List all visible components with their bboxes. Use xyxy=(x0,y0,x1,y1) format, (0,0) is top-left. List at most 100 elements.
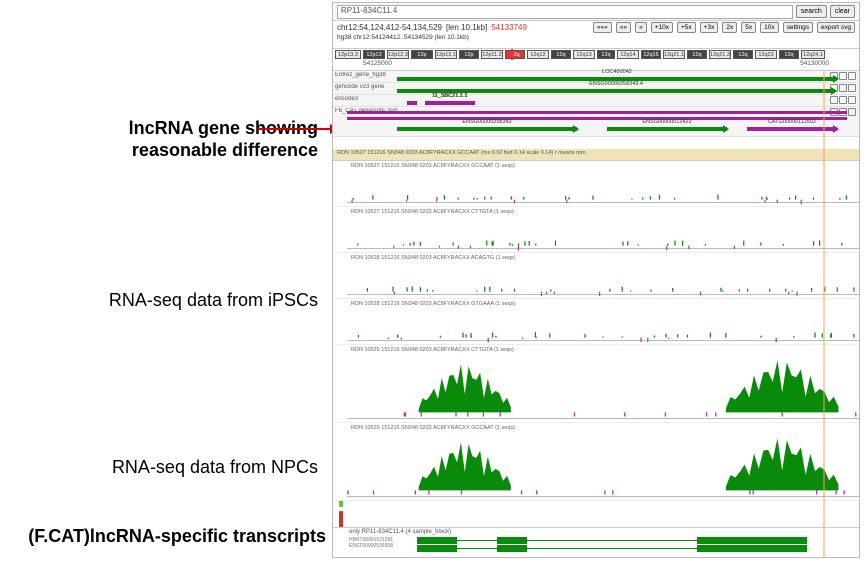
gene-model xyxy=(407,101,417,105)
annotation-track: F6_CAT gene/spte_textENSG00000258343ENSG… xyxy=(333,107,859,137)
coverage-plot xyxy=(347,309,859,344)
gene-label: 11_SBC21.2.1 xyxy=(432,93,467,99)
fcat-intron xyxy=(527,548,697,549)
zoom-out-10[interactable]: 10x xyxy=(760,22,778,33)
label-lncrna-diff-line2: reasonable difference xyxy=(132,140,318,160)
track-control-icon[interactable] xyxy=(848,84,856,92)
annotation-track: gencode v23 gene ENSG00000258343.4 xyxy=(333,83,859,95)
track-control-icon[interactable] xyxy=(848,96,856,104)
figure: lncRNA gene showing reasonable differenc… xyxy=(0,0,865,565)
tracks-area: Entrez_gene_hg38 LOC400042 gencode v23 gen… xyxy=(333,71,859,557)
gene-label: ENSG00000258343 xyxy=(462,119,511,125)
ideogram-position-marker xyxy=(511,49,513,60)
ideogram-band: 12p xyxy=(459,50,479,59)
scale: 54125000 54130000 xyxy=(333,60,859,70)
search-bar: RP11-834C11.4 search clear xyxy=(333,3,859,21)
fcat-exon xyxy=(697,537,807,544)
nav-left-3[interactable]: ««« xyxy=(593,22,612,33)
ideogram-band: 12q xyxy=(733,50,753,59)
genome-browser: RP11-834C11.4 search clear chr12:54,124,… xyxy=(332,2,860,558)
npc-lane: RDN 10529 151216 SN348 0203 AC8FYRACXX C… xyxy=(333,345,859,423)
label-fcat: (F.CAT)lncRNA-specific transcripts xyxy=(0,526,326,547)
gene-label: ENSG00000012423 xyxy=(642,119,691,125)
track-control-icon[interactable] xyxy=(848,72,856,80)
ipsc-lane: RDN 10528 151216 SN348 0203 AC8FYRACXX A… xyxy=(333,253,859,299)
lane-label: RDN 10528 151216 SN348 0203 AC8FYRACXX A… xyxy=(351,255,515,261)
side-annotations: lncRNA gene showing reasonable differenc… xyxy=(0,0,330,565)
ideogram-band: 12q xyxy=(505,50,525,59)
coverage-plot xyxy=(347,351,859,417)
label-ipsc: RNA-seq data from iPSCs xyxy=(8,290,318,311)
fcat-exon xyxy=(417,537,457,544)
fcat-gene-model xyxy=(347,537,859,551)
zoom-in-10[interactable]: +10x xyxy=(651,22,673,33)
ideogram-band: 12q21.3 xyxy=(709,50,731,59)
search-button[interactable]: search xyxy=(796,5,827,18)
annotation-tracks: Entrez_gene_hg38 LOC400042 gencode v23 gen… xyxy=(333,71,859,137)
gene-label: LOC400042 xyxy=(602,69,632,75)
ideogram-band: 12q xyxy=(597,50,615,59)
coord-hg: hg38 chr12:54124412..54134529 (len 10.1k… xyxy=(337,34,469,41)
ideogram: 12p13.312p1312p12.312p12p12.112p12p11.21… xyxy=(333,49,859,60)
track-control-icon[interactable] xyxy=(848,108,856,116)
zoom-in-3[interactable]: +3x xyxy=(700,22,719,33)
coord-extra: 54133749 xyxy=(491,23,527,32)
label-npc: RNA-seq data from NPCs xyxy=(8,457,318,478)
coverage-plot xyxy=(347,217,859,252)
zoom-in-5[interactable]: +5x xyxy=(677,22,696,33)
ideogram-band: 12q21.1 xyxy=(663,50,685,59)
gene-model: 11_SBC21.2.1 xyxy=(427,101,472,105)
ideogram-band: 12p12.3 xyxy=(387,50,409,59)
clear-button[interactable]: clear xyxy=(830,5,855,18)
rna-area: RDN 10527 151216 SN348 0203 AC8FYRACXX G… xyxy=(333,161,859,501)
lane-label: RDN 10528 151216 SN348 0203 AC8FYRACXX G… xyxy=(351,301,515,307)
coord-text: chr12:54,124,412-54,134,529 xyxy=(337,23,442,32)
track-control-icon[interactable] xyxy=(830,96,838,104)
coord-bar: chr12:54,124,412-54,134,529 [len 10.1kb]… xyxy=(333,21,859,49)
wig-header: RDN 10527 151216 SN348 0203 AC8FYRACXX G… xyxy=(333,149,859,161)
coord-len: [len 10.1kb] xyxy=(446,23,487,32)
gene-model xyxy=(347,111,847,114)
ruler: 12p13.312p1312p12.312p12p12.112p12p11.21… xyxy=(333,49,859,71)
track-controls[interactable] xyxy=(830,96,856,104)
gene-model: ENSG00000258343 xyxy=(397,127,577,131)
ideogram-band: 12p13.3 xyxy=(335,50,361,59)
ideogram-band: 12p13 xyxy=(363,50,385,59)
ideogram-band: 12q24.1 xyxy=(801,50,825,59)
ideogram-band: 12q23 xyxy=(755,50,777,59)
nav-left-1[interactable]: « xyxy=(635,22,647,33)
fcat-intron xyxy=(527,540,697,541)
track-label: gencode v23 gene xyxy=(335,84,384,90)
fcat-track-label: only RP11-834C11.4 (4 sample_block) xyxy=(349,529,451,535)
lane-baseline xyxy=(347,496,859,497)
ideogram-band: 12q12 xyxy=(527,50,549,59)
track-control-icon[interactable] xyxy=(839,96,847,104)
gene-model: ENSG00000012423 xyxy=(607,127,727,131)
zoom-out-2[interactable]: 2x xyxy=(722,22,737,33)
gene-label: ENSG00000258343.4 xyxy=(589,81,643,87)
coverage-plot xyxy=(347,263,859,298)
track-label: encode3 xyxy=(335,96,358,102)
ideogram-band: 12p11.2 xyxy=(481,50,503,59)
search-input[interactable]: RP11-834C11.4 xyxy=(337,5,793,19)
view-marker xyxy=(823,71,825,557)
npc-lane: RDN 10529 151216 SN348 0203 AC8FYRACXX G… xyxy=(333,423,859,501)
ipsc-lane: RDN 10528 151216 SN348 0203 AC8FYRACXX G… xyxy=(333,299,859,345)
fcat-intron xyxy=(457,548,497,549)
lane-baseline xyxy=(347,418,859,419)
arrow-lncrna-pointer xyxy=(258,128,336,130)
zoom-out-5[interactable]: 5x xyxy=(741,22,756,33)
fcat-track: only RP11-834C11.4 (4 sample_block) HBRT… xyxy=(333,527,859,557)
settings-button[interactable]: settings xyxy=(783,22,813,33)
ideogram-band: 12q xyxy=(551,50,571,59)
nav-left-2[interactable]: «« xyxy=(616,22,631,33)
track-label: Entrez_gene_hg38 xyxy=(335,72,386,78)
coverage-plot xyxy=(347,429,859,495)
ideogram-band: 12q15 xyxy=(641,50,661,59)
fcat-intron xyxy=(457,540,497,541)
gene-label: CATG00000112502 xyxy=(768,119,816,125)
export-svg-button[interactable]: export svg xyxy=(817,22,855,33)
ideogram-band: 12q13 xyxy=(573,50,595,59)
ideogram-band: 12q xyxy=(687,50,707,59)
ideogram-band: 12q xyxy=(779,50,799,59)
